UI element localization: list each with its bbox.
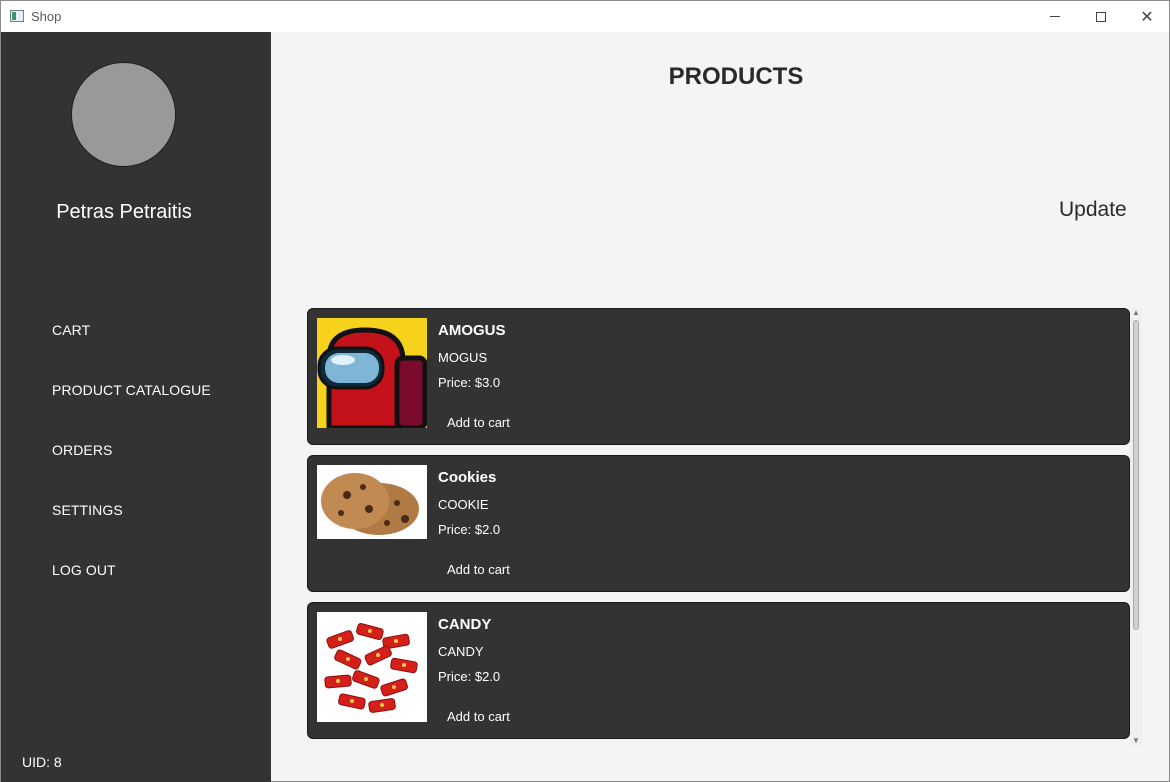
main-content: PRODUCTS Update AMOGUS MOGUS Price: $3.0…	[271, 32, 1169, 782]
scroll-up-icon[interactable]: ▲	[1132, 308, 1140, 317]
add-to-cart-button[interactable]: Add to cart	[447, 562, 510, 577]
avatar	[71, 62, 176, 167]
sidebar-item-log-out[interactable]: LOG OUT	[52, 562, 116, 578]
close-icon: ✕	[1140, 8, 1154, 26]
maximize-button[interactable]	[1078, 1, 1124, 32]
candy-image	[317, 612, 427, 722]
app-icon	[10, 10, 24, 22]
sidebar-item-settings[interactable]: SETTINGS	[52, 502, 123, 518]
product-card: CANDY CANDY Price: $2.0 Add to cart	[307, 602, 1130, 739]
cookies-image	[317, 465, 427, 539]
user-name: Petras Petraitis	[56, 201, 192, 223]
product-code: MOGUS	[438, 350, 488, 365]
product-card: AMOGUS MOGUS Price: $3.0 Add to cart	[307, 308, 1130, 445]
title-bar: Shop ✕	[1, 1, 1169, 32]
scroll-down-icon[interactable]: ▼	[1132, 736, 1140, 745]
app-window: Shop ✕ Petras Petraitis CART PRODUCT CAT…	[0, 0, 1170, 782]
red-crewmate-image	[317, 318, 427, 428]
scroll-thumb[interactable]	[1133, 320, 1139, 630]
add-to-cart-button[interactable]: Add to cart	[447, 415, 510, 430]
page-title: PRODUCTS	[668, 63, 804, 90]
close-button[interactable]: ✕	[1124, 1, 1170, 32]
product-list-scrollbar[interactable]: ▲ ▼	[1130, 308, 1142, 746]
sidebar-item-cart[interactable]: CART	[52, 322, 90, 338]
product-price: Price: $3.0	[438, 375, 501, 390]
product-name: Cookies	[438, 469, 497, 486]
maximize-icon	[1096, 11, 1106, 22]
product-code: CANDY	[438, 644, 484, 659]
product-name: AMOGUS	[438, 322, 506, 339]
product-list: AMOGUS MOGUS Price: $3.0 Add to cart Coo…	[307, 308, 1130, 744]
add-to-cart-button[interactable]: Add to cart	[447, 709, 510, 724]
product-name: CANDY	[438, 616, 492, 633]
sidebar-item-product-catalogue[interactable]: PRODUCT CATALOGUE	[52, 382, 211, 398]
product-code: COOKIE	[438, 497, 489, 512]
product-card: Cookies COOKIE Price: $2.0 Add to cart	[307, 455, 1130, 592]
user-id-label: UID: 8	[22, 754, 62, 770]
product-price: Price: $2.0	[438, 669, 501, 684]
update-button[interactable]: Update	[1059, 198, 1127, 222]
sidebar-item-orders[interactable]: ORDERS	[52, 442, 113, 458]
minimize-button[interactable]	[1032, 1, 1078, 32]
product-price: Price: $2.0	[438, 522, 501, 537]
minimize-icon	[1050, 16, 1060, 17]
sidebar: Petras Petraitis CART PRODUCT CATALOGUE …	[1, 32, 271, 782]
window-title: Shop	[31, 9, 62, 24]
